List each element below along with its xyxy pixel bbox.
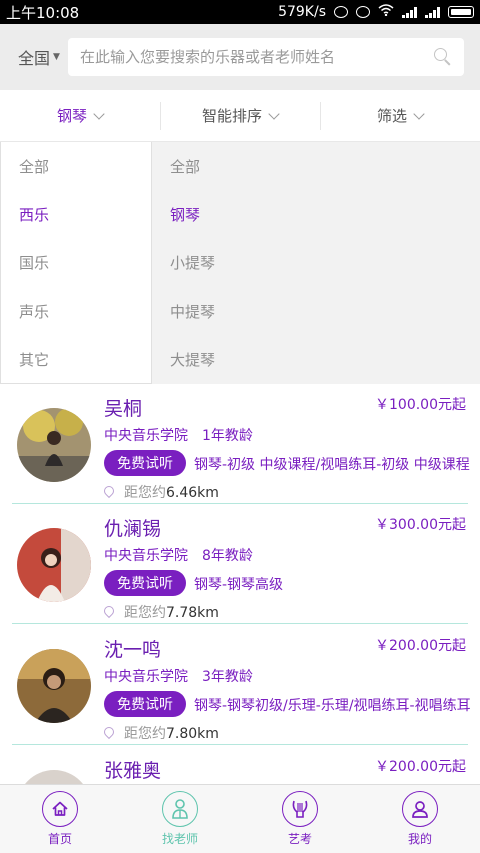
category-item-vocal[interactable]: 声乐 [1, 287, 151, 335]
chevron-down-icon [268, 107, 280, 120]
teacher-distance: 距您约7.80km [124, 723, 219, 743]
distance-value: 7.78km [166, 605, 219, 621]
instrument-item-violin[interactable]: 小提琴 [152, 239, 480, 287]
filter-bar: 钢琴 智能排序 筛选 [0, 90, 480, 142]
search-input[interactable] [79, 48, 434, 66]
bottom-nav: 首页 找老师 艺考 我的 [0, 784, 480, 853]
teacher-card[interactable]: 张雅奥 ￥200.00元起 [0, 746, 480, 784]
divider [12, 744, 468, 745]
nav-label: 我的 [407, 832, 432, 846]
filter-tab-filter[interactable]: 筛选 [320, 90, 480, 141]
teacher-distance: 距您约6.46km [124, 482, 219, 502]
battery-icon [448, 6, 474, 18]
teacher-years: 1年教龄 [202, 428, 253, 444]
distance-prefix: 距您约 [124, 605, 166, 621]
teacher-name: 仇澜锡 [104, 518, 162, 540]
signal-icon-2 [425, 6, 440, 18]
category-list: 全部 西乐 国乐 声乐 其它 [0, 142, 152, 384]
category-item-western[interactable]: 西乐 [1, 190, 151, 238]
free-trial-button[interactable]: 免费试听 [104, 691, 186, 717]
teacher-distance: 距您约7.78km [124, 602, 219, 622]
search-icon[interactable] [434, 48, 452, 66]
free-trial-button[interactable]: 免费试听 [104, 570, 186, 596]
teacher-card[interactable]: 仇澜锡 ￥300.00元起 中央音乐学院 8年教龄 免费试听 钢琴-钢琴高级 距您… [0, 504, 480, 624]
teacher-name: 沈一鸣 [104, 639, 162, 661]
status-bar: 上午10:08 579K/s [0, 0, 480, 24]
status-time: 上午10:08 [6, 3, 80, 22]
teacher-courses: 钢琴-初级 中级课程/视唱练耳-初级 中级课程 [194, 457, 470, 473]
teacher-school: 中央音乐学院 [104, 669, 188, 685]
chevron-down-icon [93, 107, 105, 120]
distance-value: 7.80km [166, 726, 219, 742]
divider [12, 623, 468, 624]
teacher-courses: 钢琴-钢琴高级 [194, 577, 284, 593]
filter-tab-label: 钢琴 [56, 107, 87, 125]
teacher-price: ￥300.00元起 [375, 517, 466, 533]
teacher-list: 吴桐 ￥100.00元起 中央音乐学院 1年教龄 免费试听 钢琴-初级 中级课程/… [0, 384, 480, 784]
instrument-list: 全部 钢琴 小提琴 中提琴 大提琴 [152, 142, 480, 384]
teacher-school: 中央音乐学院 [104, 428, 188, 444]
filter-tab-label: 智能排序 [201, 107, 262, 125]
region-selector[interactable]: 全国 ▼ [18, 45, 60, 69]
distance-value: 6.46km [166, 485, 219, 501]
teacher-name: 张雅奥 [104, 760, 162, 782]
free-trial-button[interactable]: 免费试听 [104, 450, 186, 476]
headset-icon [334, 6, 348, 18]
avatar [17, 528, 91, 602]
instrument-dropdown: 全部 西乐 国乐 声乐 其它 全部 钢琴 小提琴 中提琴 大提琴 [0, 142, 480, 384]
network-speed: 579K/s [278, 4, 326, 20]
teacher-price: ￥200.00元起 [375, 638, 466, 654]
nav-label: 找老师 [161, 832, 198, 846]
teacher-icon [162, 791, 198, 827]
category-item-other[interactable]: 其它 [1, 336, 151, 384]
instrument-item-viola[interactable]: 中提琴 [152, 287, 480, 335]
nav-label: 首页 [47, 832, 72, 846]
teacher-school: 中央音乐学院 [104, 548, 188, 564]
teacher-price: ￥200.00元起 [375, 759, 466, 775]
lyre-icon [282, 791, 318, 827]
search-header: 全国 ▼ [0, 24, 480, 90]
nav-art-exam[interactable]: 艺考 [240, 785, 360, 853]
filter-tab-label: 筛选 [376, 107, 407, 125]
avatar [17, 770, 91, 784]
teacher-card[interactable]: 沈一鸣 ￥200.00元起 中央音乐学院 3年教龄 免费试听 钢琴-钢琴初级/乐理… [0, 625, 480, 745]
instrument-item-all[interactable]: 全部 [152, 142, 480, 190]
teacher-years: 3年教龄 [202, 669, 253, 685]
teacher-school-info: 中央音乐学院 1年教龄 [104, 425, 253, 445]
instrument-item-piano[interactable]: 钢琴 [152, 190, 480, 238]
teacher-price: ￥100.00元起 [375, 397, 466, 413]
nav-home[interactable]: 首页 [0, 785, 120, 853]
distance-prefix: 距您约 [124, 485, 166, 501]
distance-prefix: 距您约 [124, 726, 166, 742]
avatar [17, 408, 91, 482]
caret-down-icon: ▼ [53, 52, 60, 62]
search-box[interactable] [67, 38, 464, 76]
filter-tab-instrument[interactable]: 钢琴 [0, 90, 160, 141]
teacher-school-info: 中央音乐学院 3年教龄 [104, 666, 253, 686]
nav-mine[interactable]: 我的 [360, 785, 480, 853]
category-item-chinese[interactable]: 国乐 [1, 239, 151, 287]
wifi-icon [378, 4, 394, 20]
location-pin-icon [101, 483, 117, 499]
chevron-down-icon [413, 107, 425, 120]
signal-icon [402, 6, 417, 18]
teacher-school-info: 中央音乐学院 8年教龄 [104, 545, 253, 565]
home-icon [42, 791, 78, 827]
user-icon [402, 791, 438, 827]
filter-tab-sort[interactable]: 智能排序 [160, 90, 320, 141]
teacher-name: 吴桐 [104, 398, 143, 420]
avatar [17, 649, 91, 723]
teacher-years: 8年教龄 [202, 548, 253, 564]
category-item-all[interactable]: 全部 [1, 142, 151, 190]
nav-find-teacher[interactable]: 找老师 [120, 785, 240, 853]
nav-label: 艺考 [287, 832, 312, 846]
teacher-courses: 钢琴-钢琴初级/乐理-乐理/视唱练耳-视唱练耳 [194, 698, 471, 714]
teacher-card[interactable]: 吴桐 ￥100.00元起 中央音乐学院 1年教龄 免费试听 钢琴-初级 中级课程/… [0, 384, 480, 504]
instrument-item-cello[interactable]: 大提琴 [152, 336, 480, 384]
mute-icon [356, 6, 370, 18]
region-label: 全国 [18, 49, 51, 68]
location-pin-icon [101, 724, 117, 740]
location-pin-icon [101, 603, 117, 619]
